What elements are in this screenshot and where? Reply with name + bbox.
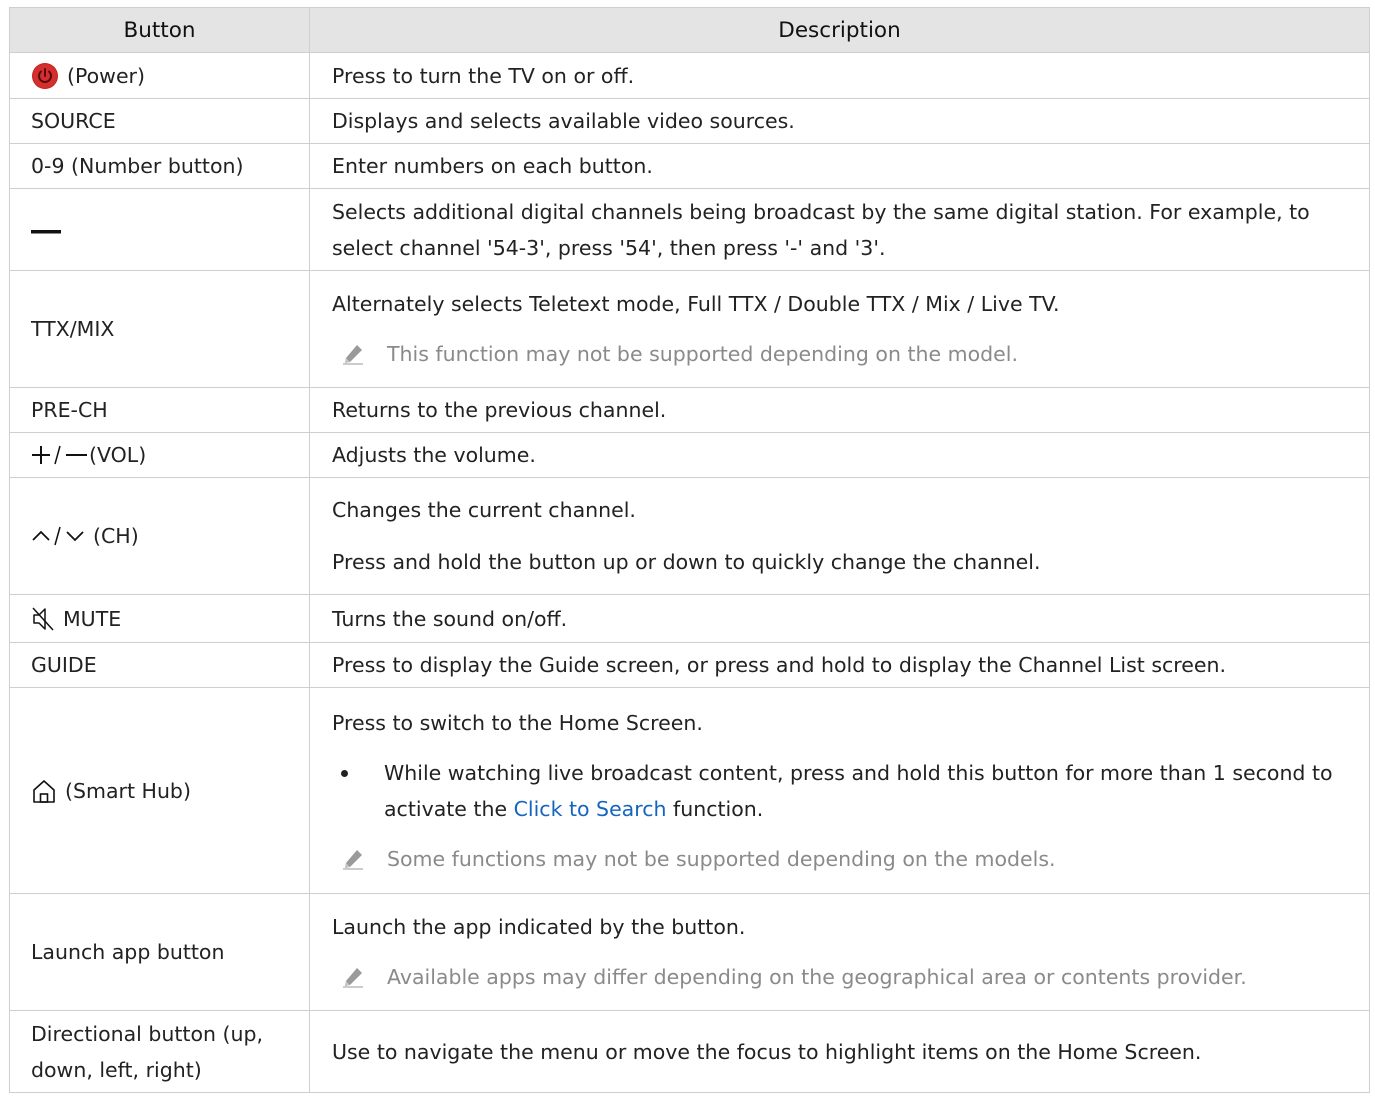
description-cell: Press to display the Guide screen, or pr… (309, 642, 1370, 688)
button-cell: SOURCE (9, 98, 310, 144)
table-row-launch: Launch app button Launch the app indicat… (9, 893, 1370, 1011)
bullet-dot (341, 769, 348, 777)
header-button: Button (9, 7, 310, 53)
description-cell: Displays and selects available video sou… (309, 98, 1370, 144)
description-text: Selects additional digital channels bein… (332, 199, 1310, 260)
table-header-row: Button Description (9, 7, 1370, 53)
description-text: Changes the current channel. (332, 498, 636, 522)
description-cell: Adjusts the volume. (309, 432, 1370, 478)
pencil-note-icon (343, 968, 363, 988)
button-cell: (VOL) (9, 432, 310, 478)
description-text: Press to display the Guide screen, or pr… (332, 653, 1226, 677)
description-cell: Changes the current channel. Press and h… (309, 477, 1370, 595)
button-cell: Directional button (up, down, left, righ… (9, 1010, 310, 1093)
button-cell: (Smart Hub) (9, 687, 310, 894)
table-row-home: (Smart Hub) Press to switch to the Home … (9, 687, 1370, 894)
button-cell (9, 188, 310, 271)
note-text: Available apps may differ depending on t… (387, 965, 1247, 989)
click-to-search-link[interactable]: Click to Search (514, 797, 667, 821)
pencil-note-icon (343, 849, 363, 869)
table-row-power: (Power) Press to turn the TV on or off. (9, 52, 1370, 99)
bullet-text-end: function. (666, 796, 764, 821)
button-label: PRE-CH (31, 398, 108, 422)
bullet-list: While watching live broadcast content, p… (332, 755, 1353, 827)
button-label: MUTE (63, 606, 122, 631)
button-cell: Launch app button (9, 893, 310, 1011)
table-row-mute: MUTE Turns the sound on/off. (9, 594, 1370, 643)
button-label: Launch app button (31, 940, 225, 964)
table-row-directional: Directional button (up, down, left, righ… (9, 1010, 1370, 1093)
button-label: (Smart Hub) (65, 778, 191, 803)
header-description: Description (309, 7, 1370, 53)
button-cell: 0-9 (Number button) (9, 143, 310, 189)
button-label: TTX/MIX (31, 317, 115, 341)
description-cell: Press to switch to the Home Screen. Whil… (309, 687, 1370, 894)
description-cell: Turns the sound on/off. (309, 594, 1370, 643)
button-cell: PRE-CH (9, 387, 310, 433)
description-cell: Launch the app indicated by the button. … (309, 893, 1370, 1011)
button-label: 0-9 (Number button) (31, 154, 244, 178)
button-label: (Power) (67, 63, 145, 88)
note-text: Some functions may not be supported depe… (387, 846, 1056, 871)
button-cell: MUTE (9, 594, 310, 643)
description-text: Turns the sound on/off. (332, 606, 568, 631)
description-text: Press to switch to the Home Screen. (332, 710, 703, 735)
table-row-number: 0-9 (Number button) Enter numbers on eac… (9, 143, 1370, 189)
description-text: Press to turn the TV on or off. (332, 63, 635, 88)
dash-icon (31, 229, 61, 233)
power-icon (32, 62, 58, 89)
up-down-chevron-icon (32, 526, 84, 546)
note: Available apps may differ depending on t… (332, 959, 1353, 995)
description-text: Displays and selects available video sou… (332, 109, 795, 133)
button-label: (VOL) (89, 443, 147, 467)
description-cell: Enter numbers on each button. (309, 143, 1370, 189)
description-text: Press and hold the button up or down to … (332, 550, 1041, 574)
plus-minus-icon (32, 445, 87, 465)
button-label: GUIDE (31, 653, 97, 677)
description-text: Enter numbers on each button. (332, 154, 653, 178)
table-row-ttx: TTX/MIX Alternately selects Teletext mod… (9, 270, 1370, 388)
description-text: Adjusts the volume. (332, 443, 536, 467)
table-row-prech: PRE-CH Returns to the previous channel. (9, 387, 1370, 433)
table-row-ch: (CH) Changes the current channel. Press … (9, 477, 1370, 595)
description-text: Use to navigate the menu or move the foc… (332, 1039, 1202, 1064)
button-label: Directional button (up, down, left, righ… (31, 1021, 264, 1082)
note: Some functions may not be supported depe… (332, 841, 1353, 877)
table-row-dash: Selects additional digital channels bein… (9, 188, 1370, 271)
table-row-guide: GUIDE Press to display the Guide screen,… (9, 642, 1370, 688)
description-text: Alternately selects Teletext mode, Full … (332, 292, 1060, 316)
button-cell: (Power) (9, 52, 310, 99)
description-cell: Use to navigate the menu or move the foc… (309, 1010, 1370, 1093)
button-label: (CH) (93, 524, 139, 548)
note-text: This function may not be supported depen… (387, 342, 1018, 366)
table-row-source: SOURCE Displays and selects available vi… (9, 98, 1370, 144)
remote-buttons-table: Button Description (Power) Press to turn (9, 7, 1370, 1093)
description-cell: Alternately selects Teletext mode, Full … (309, 270, 1370, 388)
note: This function may not be supported depen… (332, 336, 1353, 372)
button-cell: TTX/MIX (9, 270, 310, 388)
description-text: Launch the app indicated by the button. (332, 915, 746, 939)
mute-icon (32, 606, 54, 631)
description-cell: Press to turn the TV on or off. (309, 52, 1370, 99)
button-cell: (CH) (9, 477, 310, 595)
pencil-note-icon (343, 345, 363, 365)
home-icon (33, 779, 55, 803)
button-label: SOURCE (31, 109, 116, 133)
description-cell: Selects additional digital channels bein… (309, 188, 1370, 271)
description-text: Returns to the previous channel. (332, 398, 667, 422)
description-cell: Returns to the previous channel. (309, 387, 1370, 433)
table-row-vol: (VOL) Adjusts the volume. (9, 432, 1370, 478)
button-cell: GUIDE (9, 642, 310, 688)
list-item: While watching live broadcast content, p… (332, 755, 1353, 827)
